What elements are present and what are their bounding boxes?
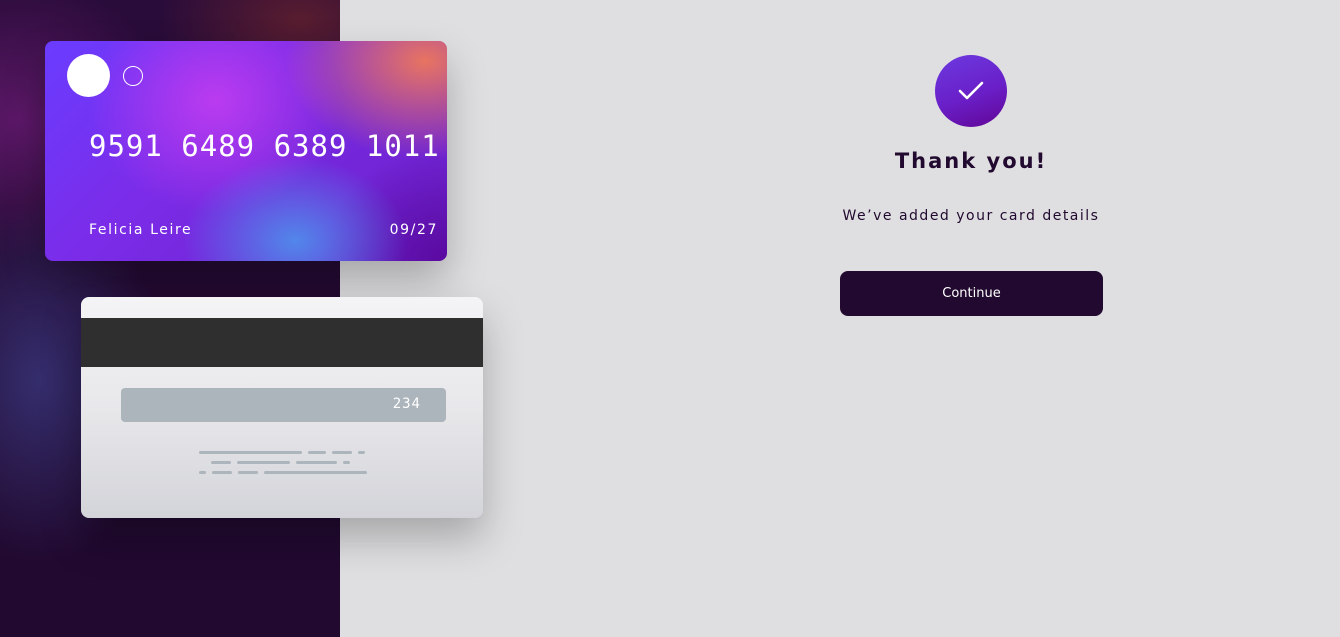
continue-button[interactable]: Continue [840,271,1103,316]
fine-print-line [199,451,302,454]
card-expiry-date: 09/27 [389,222,438,238]
fine-print-line [358,451,365,454]
fine-print-line [237,461,290,464]
thank-you-heading: Thank you! [894,149,1048,173]
fine-print-line [308,451,326,454]
card-back: 234 [81,297,483,518]
card-logo-filled-circle-icon [67,54,110,97]
confirmation-message: We’ve added your card details [842,208,1100,224]
cardholder-name: Felicia Leire [89,222,193,238]
signature-strip: 234 [121,388,446,422]
card-front: 9591 6489 6389 1011 Felicia Leire 09/27 [45,41,447,261]
card-logo-outline-circle-icon [123,66,143,86]
fine-print-line [332,451,352,454]
fine-print-line [296,461,337,464]
content-panel [340,0,1340,637]
card-fine-print [199,451,369,481]
success-check-icon [935,55,1007,127]
fine-print-line [212,471,232,474]
card-cvc: 234 [392,396,421,412]
fine-print-line [343,461,350,464]
card-number: 9591 6489 6389 1011 [89,129,440,163]
magnetic-stripe [81,318,483,367]
fine-print-line [264,471,367,474]
fine-print-line [238,471,258,474]
fine-print-line [199,471,206,474]
check-icon [958,81,984,100]
page: 9591 6489 6389 1011 Felicia Leire 09/27 … [0,0,1340,637]
fine-print-line [211,461,231,464]
